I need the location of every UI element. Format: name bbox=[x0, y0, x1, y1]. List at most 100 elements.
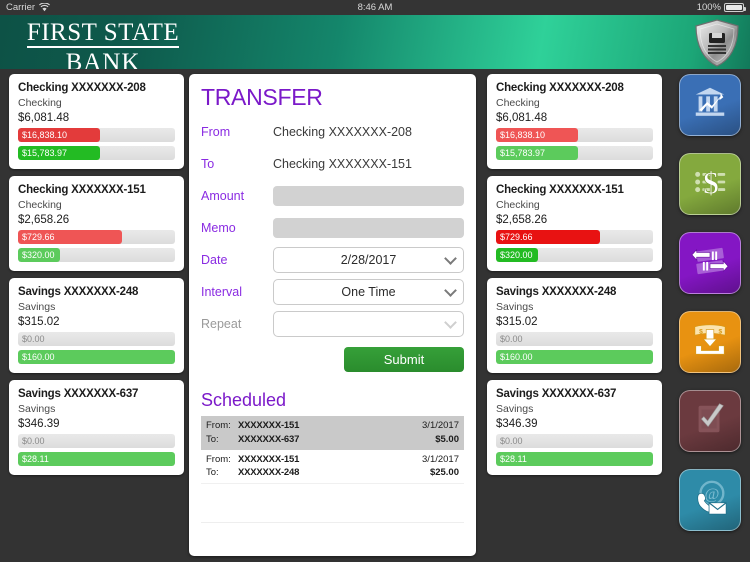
account-title: Checking XXXXXXX-208 bbox=[18, 82, 146, 94]
chevron-down-icon bbox=[444, 316, 457, 329]
approvals-button[interactable] bbox=[679, 390, 741, 452]
payments-button[interactable]: $ bbox=[679, 153, 741, 215]
account-title: Savings XXXXXXX-637 bbox=[496, 388, 617, 400]
svg-text:@: @ bbox=[704, 485, 719, 502]
to-row: To Checking XXXXXXX-151 bbox=[201, 151, 464, 177]
account-bar: $0.00 bbox=[496, 332, 653, 346]
phone-envelope-icon: @ bbox=[691, 479, 729, 522]
scheduled-to-key: To: bbox=[206, 467, 219, 479]
account-bar: $15,783.97 bbox=[496, 146, 653, 160]
account-title: Checking XXXXXXX-151 bbox=[18, 184, 146, 196]
account-title: Savings XXXXXXX-248 bbox=[18, 286, 139, 298]
account-type: Checking bbox=[496, 97, 540, 109]
from-value[interactable]: Checking XXXXXXX-208 bbox=[273, 125, 412, 139]
scheduled-row[interactable]: From: XXXXXXX-151 3/1/2017 To: XXXXXXX-637 $5… bbox=[201, 416, 464, 450]
scheduled-from-key: From: bbox=[206, 420, 231, 431]
status-battery-group: 100% bbox=[696, 2, 746, 13]
account-card[interactable]: Savings XXXXXXX-637 Savings $346.39 $0.00 $2… bbox=[9, 380, 184, 475]
scheduled-title: Scheduled bbox=[201, 390, 287, 410]
account-type: Savings bbox=[496, 301, 534, 313]
account-balance: $6,081.48 bbox=[496, 112, 548, 124]
account-bar-label: $0.00 bbox=[500, 334, 523, 344]
account-card[interactable]: Checking XXXXXXX-151 Checking $2,658.26 $72… bbox=[487, 176, 662, 271]
to-label: To bbox=[201, 157, 215, 171]
chevron-down-icon bbox=[444, 252, 457, 265]
transfer-arrows-icon bbox=[691, 242, 729, 285]
account-bar-label: $28.11 bbox=[500, 454, 527, 464]
status-bar: Carrier 8:46 AM 100% bbox=[0, 0, 750, 15]
app-root: Carrier 8:46 AM 100% FIRST STATE BANK Ch… bbox=[0, 0, 750, 562]
memo-input[interactable] bbox=[273, 218, 464, 238]
account-type: Savings bbox=[18, 403, 56, 415]
account-bar-label: $0.00 bbox=[22, 436, 45, 446]
scheduled-list: From: XXXXXXX-151 3/1/2017 To: XXXXXXX-637 $5… bbox=[201, 416, 464, 485]
scheduled-date: 3/1/2017 bbox=[422, 453, 459, 465]
account-bar-label: $160.00 bbox=[500, 352, 533, 362]
date-row: Date 2/28/2017 bbox=[201, 247, 464, 273]
action-rail: $ $ $ @ bbox=[679, 74, 743, 548]
interval-row: Interval One Time bbox=[201, 279, 464, 305]
scheduled-to-line: To: XXXXXXX-637 $5.00 bbox=[206, 433, 459, 447]
interval-label: Interval bbox=[201, 285, 242, 299]
scheduled-date: 3/1/2017 bbox=[422, 420, 459, 431]
account-bar-label: $15,783.97 bbox=[500, 148, 546, 158]
scheduled-to-account: XXXXXXX-637 bbox=[238, 433, 300, 445]
account-bar: $28.11 bbox=[18, 452, 175, 466]
app-header: FIRST STATE BANK bbox=[0, 15, 750, 69]
account-card[interactable]: Savings XXXXXXX-248 Savings $315.02 $0.00 $1… bbox=[9, 278, 184, 373]
account-bar-label: $320.00 bbox=[22, 250, 55, 260]
account-balance: $315.02 bbox=[18, 316, 60, 328]
account-title: Savings XXXXXXX-248 bbox=[496, 286, 617, 298]
account-bar: $16,838.10 bbox=[18, 128, 175, 142]
repeat-label: Repeat bbox=[201, 317, 242, 331]
account-title: Checking XXXXXXX-208 bbox=[496, 82, 624, 94]
from-row: From Checking XXXXXXX-208 bbox=[201, 119, 464, 145]
interval-select[interactable]: One Time bbox=[273, 279, 464, 305]
repeat-select bbox=[273, 311, 464, 337]
account-bar-label: $28.11 bbox=[22, 454, 49, 464]
account-bar-label: $0.00 bbox=[22, 334, 45, 344]
contact-button[interactable]: @ bbox=[679, 469, 741, 531]
submit-row: Submit bbox=[201, 347, 464, 372]
accounts-column-right: Checking XXXXXXX-208 Checking $6,081.48 $16… bbox=[487, 74, 662, 482]
amount-row: Amount bbox=[201, 183, 464, 209]
account-bar: $28.11 bbox=[496, 452, 653, 466]
from-label: From bbox=[201, 125, 231, 139]
transfer-button[interactable] bbox=[679, 232, 741, 294]
account-bar: $729.66 bbox=[496, 230, 653, 244]
scheduled-from-line: From: XXXXXXX-151 3/1/2017 bbox=[206, 453, 459, 467]
battery-percent-label: 100% bbox=[696, 2, 721, 13]
accounts-column-left: Checking XXXXXXX-208 Checking $6,081.48 $16… bbox=[9, 74, 184, 482]
date-select[interactable]: 2/28/2017 bbox=[273, 247, 464, 273]
account-balance: $346.39 bbox=[18, 418, 60, 430]
scheduled-to-key: To: bbox=[206, 433, 219, 445]
accounts-overview-button[interactable] bbox=[679, 74, 741, 136]
account-card[interactable]: Savings XXXXXXX-637 Savings $346.39 $0.00 $2… bbox=[487, 380, 662, 475]
battery-icon bbox=[724, 3, 746, 12]
account-balance: $6,081.48 bbox=[18, 112, 70, 124]
account-bar-label: $0.00 bbox=[500, 436, 523, 446]
deposit-button[interactable]: $ $ bbox=[679, 311, 741, 373]
account-type: Savings bbox=[18, 301, 56, 313]
brand-line-1: FIRST STATE bbox=[26, 19, 180, 48]
account-balance: $2,658.26 bbox=[496, 214, 548, 226]
scheduled-row[interactable]: From: XXXXXXX-151 3/1/2017 To: XXXXXXX-248 $2… bbox=[201, 450, 464, 485]
account-balance: $2,658.26 bbox=[18, 214, 70, 226]
amount-input[interactable] bbox=[273, 186, 464, 206]
account-card[interactable]: Checking XXXXXXX-151 Checking $2,658.26 $72… bbox=[9, 176, 184, 271]
account-bar-label: $320.00 bbox=[500, 250, 533, 260]
to-value[interactable]: Checking XXXXXXX-151 bbox=[273, 157, 412, 171]
svg-text:$: $ bbox=[719, 328, 723, 335]
svg-text:$: $ bbox=[703, 165, 719, 200]
scheduled-from-line: From: XXXXXXX-151 3/1/2017 bbox=[206, 419, 459, 433]
account-card[interactable]: Checking XXXXXXX-208 Checking $6,081.48 $16… bbox=[9, 74, 184, 169]
account-bar: $320.00 bbox=[18, 248, 175, 262]
account-bar: $729.66 bbox=[18, 230, 175, 244]
account-card[interactable]: Checking XXXXXXX-208 Checking $6,081.48 $16… bbox=[487, 74, 662, 169]
account-bar-label: $15,783.97 bbox=[22, 148, 68, 158]
submit-button[interactable]: Submit bbox=[344, 347, 464, 372]
account-type: Checking bbox=[18, 97, 62, 109]
account-balance: $315.02 bbox=[496, 316, 538, 328]
account-card[interactable]: Savings XXXXXXX-248 Savings $315.02 $0.00 $1… bbox=[487, 278, 662, 373]
account-balance: $346.39 bbox=[496, 418, 538, 430]
